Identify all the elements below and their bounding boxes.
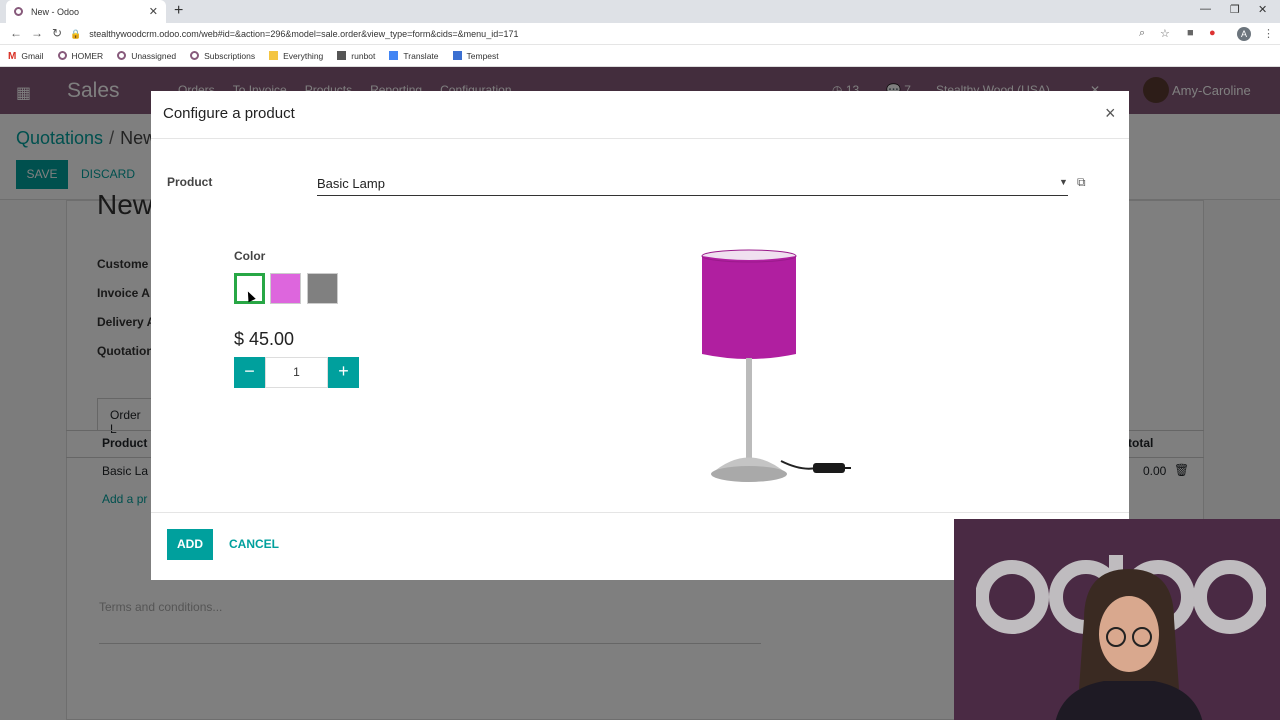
extension-icon[interactable]: ■ [1187,27,1194,39]
browser-tab[interactable]: New - Odoo ✕ [6,0,166,23]
cancel-button[interactable]: CANCEL [229,537,279,551]
modal-header: Configure a product × [151,91,1129,139]
restore-icon[interactable]: ❐ [1230,3,1240,16]
configure-product-dialog: Configure a product × Product Basic Lamp… [151,91,1129,580]
bookmark-translate[interactable]: Translate [389,51,439,61]
profile-avatar[interactable]: A [1237,27,1251,41]
star-icon[interactable]: ☆ [1160,27,1170,40]
odoo-icon [117,51,127,60]
odoo-favicon-icon [14,7,23,16]
quantity-input[interactable]: 1 [265,357,328,388]
presenter-video [1055,569,1203,720]
window-close-icon[interactable]: ✕ [1258,3,1267,16]
bookmarks-bar: M Gmail HOMER Unassigned Subscriptions Ev… [0,45,1280,67]
color-attribute-label: Color [234,249,266,263]
reload-icon[interactable]: ↻ [52,26,62,40]
address-bar: ← → ↻ 🔒 stealthywoodcrm.odoo.com/web#id=… [0,23,1280,45]
back-icon[interactable]: ← [10,26,22,40]
odoo-icon [190,51,200,60]
bookmark-homer[interactable]: HOMER [57,51,103,61]
tab-title: New - Odoo [31,6,80,17]
bookmark-unassigned[interactable]: Unassigned [117,51,176,61]
lock-icon: 🔒 [70,28,82,39]
color-swatch-pink[interactable] [270,273,301,304]
forward-icon[interactable]: → [31,26,43,40]
bookmark-subscriptions[interactable]: Subscriptions [190,51,255,61]
close-tab-icon[interactable]: ✕ [149,5,158,18]
url-field[interactable]: 🔒 stealthywoodcrm.odoo.com/web#id=&actio… [70,25,1170,43]
bookmark-everything[interactable]: Everything [269,51,323,61]
translate-icon [389,51,399,60]
modal-title: Configure a product [163,105,295,122]
webcam-overlay [954,519,1280,720]
odoo-icon [57,51,67,60]
minimize-icon[interactable]: — [1200,3,1211,15]
quantity-decrease-button[interactable]: − [234,357,265,388]
color-swatch-grey[interactable] [307,273,338,304]
product-price: $ 45.00 [234,329,295,349]
runbot-icon [337,51,347,60]
folder-icon [269,51,279,60]
chevron-down-icon[interactable]: ▼ [1059,177,1068,187]
external-link-icon[interactable]: ⧉ [1077,175,1086,190]
product-image [701,249,851,482]
document-icon [452,51,462,60]
product-input[interactable]: Basic Lamp [317,173,1068,196]
menu-kebab-icon[interactable]: ⋮ [1263,27,1274,40]
new-tab-icon[interactable]: + [174,2,183,20]
url-text: stealthywoodcrm.odoo.com/web#id=&action=… [89,29,519,39]
gmail-icon: M [8,51,17,62]
product-label: Product [167,175,213,189]
close-icon[interactable]: × [1105,103,1116,124]
add-button[interactable]: ADD [167,529,213,560]
zoom-icon[interactable]: ⌕ [1139,27,1145,40]
quantity-increase-button[interactable]: + [328,357,359,388]
bookmark-runbot[interactable]: runbot [337,51,375,61]
browser-tab-bar: New - Odoo ✕ + — ❐ ✕ [0,0,1280,23]
extension-icon-2[interactable]: ● [1209,27,1216,39]
bookmark-gmail[interactable]: M Gmail [8,51,44,63]
bookmark-tempest[interactable]: Tempest [452,51,499,61]
